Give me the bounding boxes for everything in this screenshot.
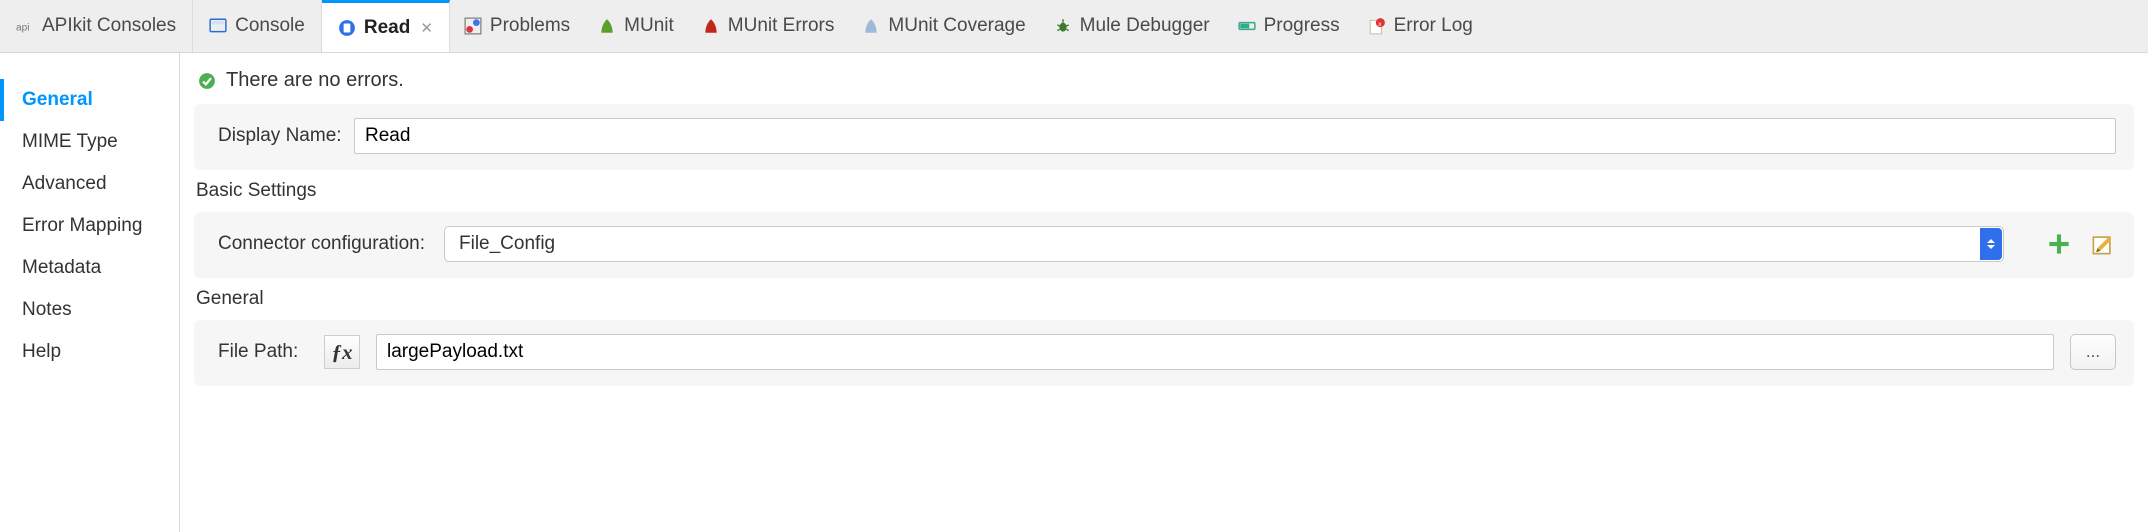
sidebar-item-general[interactable]: General	[0, 79, 179, 121]
problems-icon	[464, 17, 482, 35]
fx-expression-button[interactable]: ƒx	[324, 335, 360, 369]
sidebar-item-advanced[interactable]: Advanced	[0, 163, 179, 205]
chevron-updown-icon	[1980, 228, 2002, 260]
tab-label: APIkit Consoles	[42, 15, 176, 37]
browse-button-label: ...	[2086, 342, 2100, 362]
connector-config-label: Connector configuration:	[218, 233, 428, 255]
sidebar-item-label: General	[22, 89, 93, 110]
tab-label: MUnit	[624, 15, 674, 37]
sidebar-item-error-mapping[interactable]: Error Mapping	[0, 205, 179, 247]
section-title-basic-settings: Basic Settings	[196, 180, 2134, 202]
tab-label: Console	[235, 15, 305, 37]
sidebar-item-label: MIME Type	[22, 131, 118, 152]
munit-coverage-icon	[862, 17, 880, 35]
section-title-general: General	[196, 288, 2134, 310]
properties-panel: There are no errors. Display Name: Basic…	[180, 53, 2148, 532]
validation-status-text: There are no errors.	[226, 69, 404, 92]
basic-settings-group: Connector configuration: File_Config	[194, 212, 2134, 278]
file-path-label: File Path:	[218, 341, 308, 363]
browse-button[interactable]: ...	[2070, 334, 2116, 370]
tab-console[interactable]: Console	[193, 0, 322, 52]
display-name-input[interactable]	[354, 118, 2116, 154]
tab-label: MUnit Coverage	[888, 15, 1025, 37]
sidebar-item-label: Metadata	[22, 257, 101, 278]
sidebar-item-label: Help	[22, 341, 61, 362]
sidebar-item-help[interactable]: Help	[0, 331, 179, 373]
tab-label: Read	[364, 17, 410, 39]
tab-label: MUnit Errors	[728, 15, 835, 37]
tab-error-log[interactable]: x Error Log	[1354, 0, 1487, 52]
connector-config-select[interactable]: File_Config	[444, 226, 2004, 262]
munit-icon	[598, 17, 616, 35]
api-icon: api	[16, 17, 34, 35]
tab-mule-debugger[interactable]: Mule Debugger	[1040, 0, 1224, 52]
tab-label: Problems	[490, 15, 570, 37]
munit-errors-icon	[702, 17, 720, 35]
file-path-input[interactable]	[376, 334, 2054, 370]
error-log-icon: x	[1368, 17, 1386, 35]
sidebar-item-label: Advanced	[22, 173, 107, 194]
display-name-label: Display Name:	[218, 125, 338, 147]
views-tab-bar: api APIkit Consoles Console Read ✕ Probl…	[0, 0, 2148, 53]
sidebar-item-label: Notes	[22, 299, 72, 320]
validation-status: There are no errors.	[194, 67, 2134, 104]
general-group: File Path: ƒx ...	[194, 320, 2134, 386]
tab-apikit-consoles[interactable]: api APIkit Consoles	[0, 0, 193, 52]
add-config-button[interactable]	[2046, 231, 2072, 257]
tab-label: Error Log	[1394, 15, 1473, 37]
properties-sidebar: General MIME Type Advanced Error Mapping…	[0, 53, 180, 532]
console-icon	[209, 17, 227, 35]
sidebar-item-mime-type[interactable]: MIME Type	[0, 121, 179, 163]
connector-config-value: File_Config	[459, 233, 555, 255]
sidebar-item-metadata[interactable]: Metadata	[0, 247, 179, 289]
progress-icon	[1238, 17, 1256, 35]
close-icon[interactable]: ✕	[420, 19, 433, 37]
tab-progress[interactable]: Progress	[1224, 0, 1354, 52]
bug-icon	[1054, 17, 1072, 35]
tab-munit[interactable]: MUnit	[584, 0, 688, 52]
ok-check-icon	[198, 72, 216, 90]
tab-problems[interactable]: Problems	[450, 0, 584, 52]
tab-munit-coverage[interactable]: MUnit Coverage	[848, 0, 1039, 52]
edit-config-button[interactable]	[2090, 231, 2116, 257]
display-name-group: Display Name:	[194, 104, 2134, 170]
svg-text:api: api	[16, 23, 30, 34]
tab-label: Mule Debugger	[1080, 15, 1210, 37]
tab-label: Progress	[1264, 15, 1340, 37]
sidebar-item-notes[interactable]: Notes	[0, 289, 179, 331]
tab-munit-errors[interactable]: MUnit Errors	[688, 0, 849, 52]
mule-component-icon	[338, 19, 356, 37]
sidebar-item-label: Error Mapping	[22, 215, 142, 236]
tab-read[interactable]: Read ✕	[322, 0, 450, 52]
